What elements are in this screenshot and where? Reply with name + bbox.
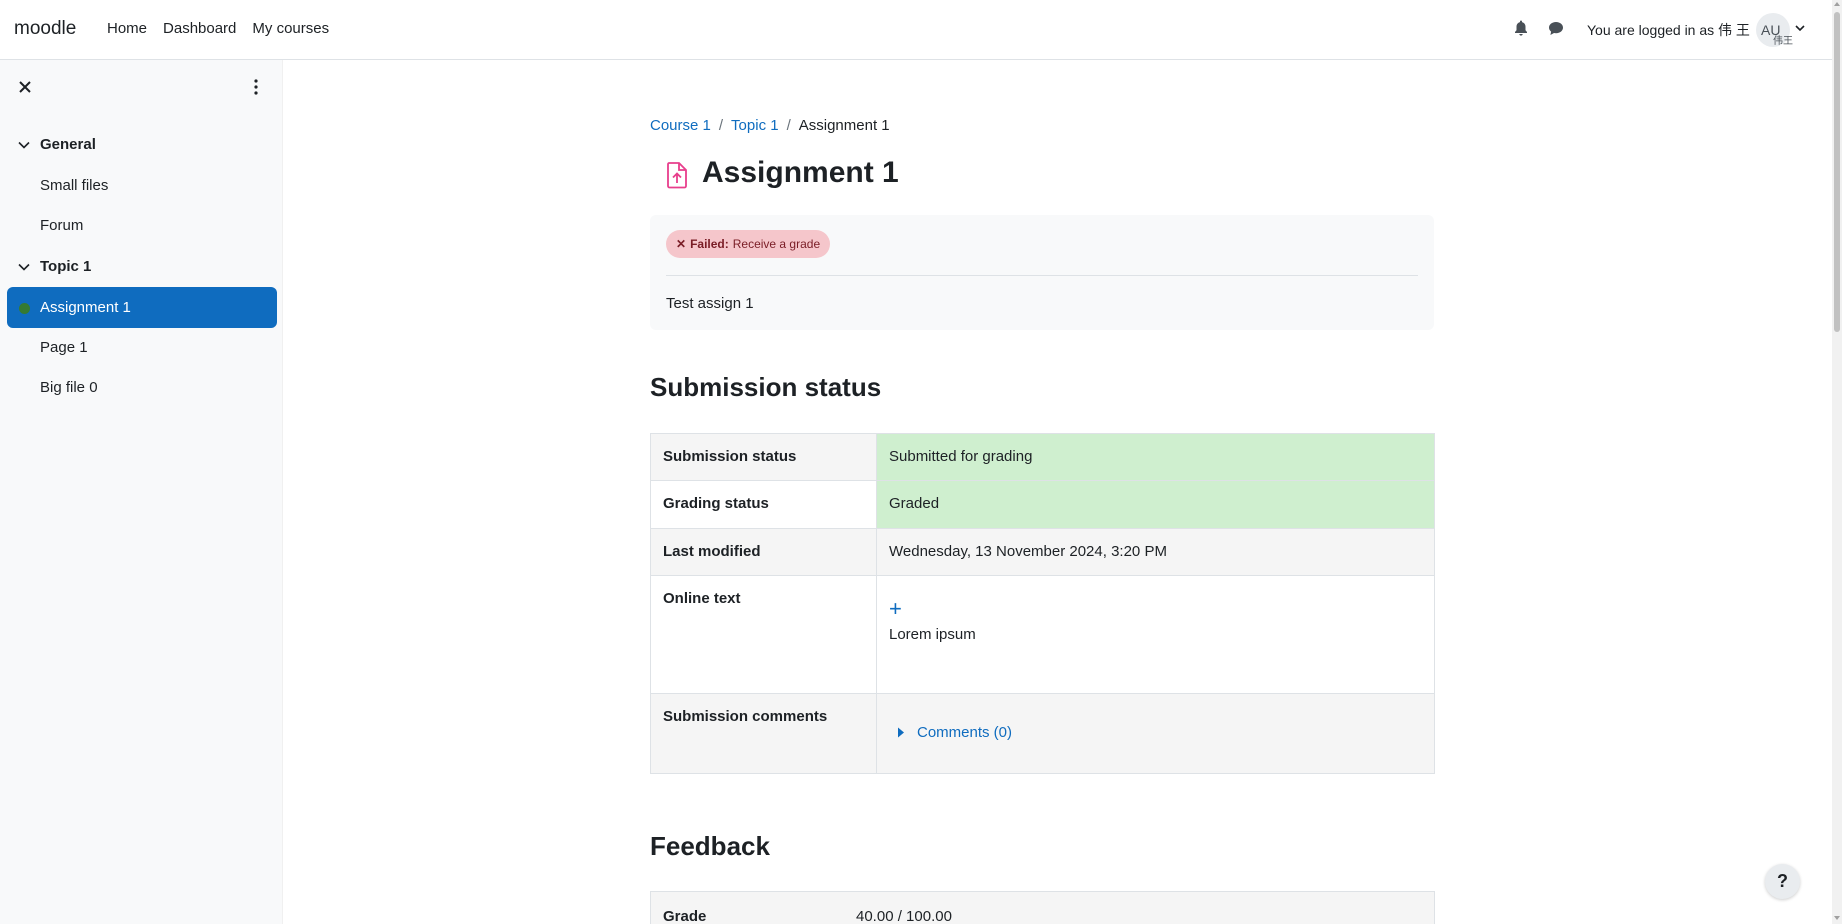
comments-toggle-link[interactable]: Comments (0) [889,724,1422,741]
breadcrumb-separator: / [786,117,791,134]
badge-text: Receive a grade [732,237,821,251]
nav-my-courses-link[interactable]: My courses [252,20,329,37]
bell-icon[interactable] [1514,20,1528,36]
online-text-value: Lorem ipsum [889,626,976,643]
help-button[interactable]: ? [1765,864,1800,899]
comments-label: Comments (0) [917,724,1013,741]
section-general[interactable]: General [18,136,96,153]
submission-status-table: Submission status Submitted for grading … [650,433,1435,774]
chevron-down-icon [18,141,30,149]
close-icon[interactable] [18,80,32,94]
course-index-drawer: General Small files Forum Topic 1 Assign… [0,60,283,924]
user-avatar[interactable]: AU 伟王 [1756,13,1793,47]
expand-plus-icon[interactable]: + [889,598,907,620]
drawer-item-assignment-1[interactable]: Assignment 1 [7,287,277,328]
row-label: Online text [650,575,877,694]
row-label: Last modified [650,528,877,576]
drawer-item-page-1[interactable]: Page 1 [40,339,88,356]
drawer-item-forum[interactable]: Forum [40,217,83,234]
top-navbar: moodle Home Dashboard My courses You are… [0,0,1842,60]
drawer-item-label: Assignment 1 [40,299,131,316]
table-row: Submission comments Comments (0) [650,693,1435,774]
submission-status-heading: Submission status [650,372,882,402]
grade-label: Grade [663,908,707,924]
scrollbar-thumb[interactable] [1834,12,1840,332]
primary-navigation: Home Dashboard My courses [107,20,345,37]
avatar-subtext: 伟王 [1773,36,1793,47]
breadcrumb-topic-link[interactable]: Topic 1 [731,117,779,134]
activity-header: ✕ Failed: Receive a grade Test assign 1 [650,215,1434,330]
row-label: Submission status [650,433,877,481]
online-text-cell: + Lorem ipsum [876,575,1435,694]
breadcrumb-current: Assignment 1 [798,117,890,134]
chevron-down-icon [18,263,30,271]
drawer-item-big-file-0[interactable]: Big file 0 [40,379,98,396]
completion-dot-icon [19,303,30,314]
table-row: Submission status Submitted for grading [650,433,1435,481]
row-label: Submission comments [650,693,877,774]
section-title: Topic 1 [40,258,92,275]
scroll-down-arrow-icon[interactable] [1834,916,1840,920]
breadcrumb-separator: / [718,117,724,134]
scroll-up-arrow-icon[interactable] [1834,2,1840,6]
section-title: General [40,136,96,153]
chevron-down-icon[interactable] [1795,24,1805,32]
row-label: Grading status [650,480,877,529]
assignment-upload-icon [667,162,687,189]
badge-label: Failed: [690,237,729,251]
site-logo[interactable]: moodle [14,18,76,40]
table-row: Online text + Lorem ipsum [650,575,1435,694]
drawer-item-small-files[interactable]: Small files [40,177,108,194]
page-scrollbar[interactable] [1832,0,1842,924]
table-row: Last modified Wednesday, 13 November 202… [650,528,1435,576]
row-value: Wednesday, 13 November 2024, 3:20 PM [876,528,1435,576]
nav-home-link[interactable]: Home [107,20,147,37]
nav-dashboard-link[interactable]: Dashboard [163,20,236,37]
row-value: Submitted for grading [876,433,1435,481]
completion-status-badge: ✕ Failed: Receive a grade [666,230,831,258]
row-value: Graded [876,480,1435,529]
activity-description: Test assign 1 [666,295,754,312]
caret-right-icon [898,727,904,738]
close-icon: ✕ [676,237,687,251]
divider [666,275,1418,276]
feedback-table: Grade 40.00 / 100.00 [650,891,1435,924]
table-row: Grading status Graded [650,480,1435,529]
section-topic-1[interactable]: Topic 1 [18,258,91,275]
breadcrumb: Course 1 / Topic 1 / Assignment 1 [650,117,890,134]
chat-icon[interactable] [1548,21,1564,36]
page-title: Assignment 1 [702,156,899,189]
breadcrumb-course-link[interactable]: Course 1 [650,117,711,134]
grade-value: 40.00 / 100.00 [856,908,952,924]
login-info-text: You are logged in as 伟 王 [1587,22,1750,38]
feedback-heading: Feedback [650,831,770,861]
comments-cell: Comments (0) [876,693,1435,774]
kebab-menu-icon[interactable] [254,79,258,95]
